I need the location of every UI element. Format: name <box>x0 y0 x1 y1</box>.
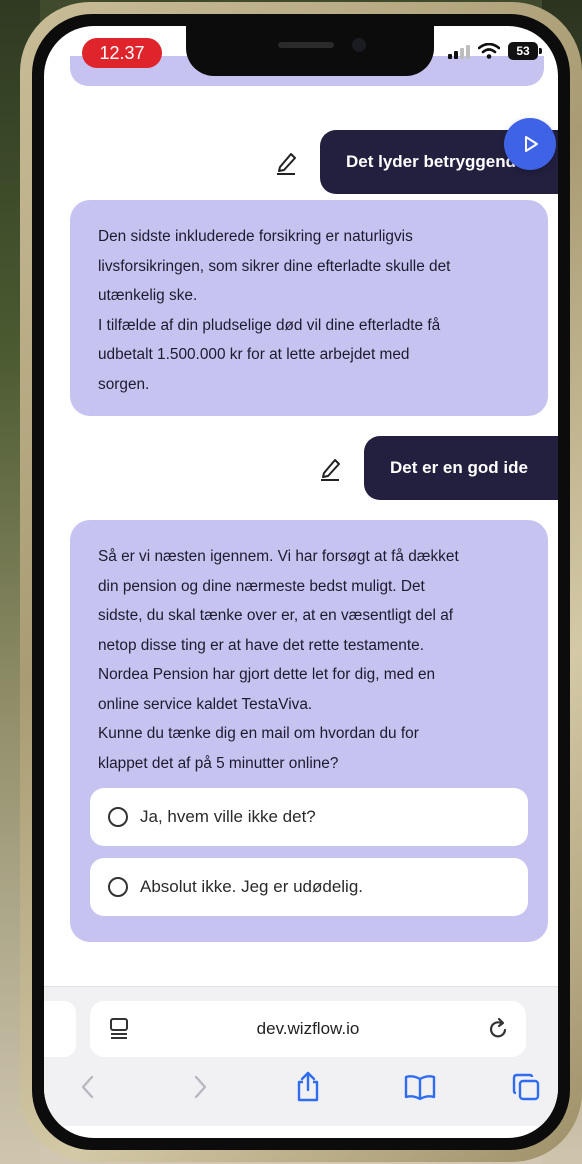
battery-icon: 53 <box>508 42 542 60</box>
status-icons: 53 <box>448 42 542 60</box>
phone-screen: 12.37 53 Det lyder betryggend Den sidste… <box>44 26 558 1138</box>
page-menu-icon[interactable] <box>108 1017 130 1046</box>
option-label: Ja, hvem ville ikke det? <box>140 807 316 827</box>
back-button[interactable] <box>70 1069 106 1105</box>
answer-option-no[interactable]: Absolut ikke. Jeg er udødelig. <box>90 858 528 916</box>
send-button[interactable] <box>504 118 556 170</box>
answer-option-yes[interactable]: Ja, hvem ville ikke det? <box>90 788 528 846</box>
bot-message-bubble: Den sidste inkluderede forsikring er nat… <box>70 200 548 416</box>
chevron-right-icon <box>194 1075 207 1099</box>
bot-message-bubble: Så er vi næsten igennem. Vi har forsøgt … <box>70 520 548 942</box>
share-icon <box>297 1071 319 1102</box>
message-line: din pension og dine nærmeste bedst mulig… <box>98 577 425 595</box>
share-button[interactable] <box>290 1069 326 1105</box>
message-line: sidste, du skal tænke over er, at en væs… <box>98 607 454 624</box>
browser-toolbar <box>44 1065 558 1115</box>
reload-icon[interactable] <box>486 1017 510 1046</box>
phone-bezel: 12.37 53 Det lyder betryggend Den sidste… <box>32 14 570 1150</box>
user-message-bubble: Det er en god ide <box>364 436 558 500</box>
user-message-row: Det er en god ide <box>318 436 558 500</box>
message-line: I tilfælde af din pludselige død vil din… <box>98 316 441 334</box>
browser-bottom-bar: dev.wizflow.io <box>44 986 558 1126</box>
phone-frame: 12.37 53 Det lyder betryggend Den sidste… <box>20 2 582 1162</box>
message-line: udbetalt 1.500.000 kr for at lette arbej… <box>98 346 410 363</box>
edit-pencil-icon[interactable] <box>274 149 300 175</box>
book-icon <box>404 1075 436 1101</box>
bookmarks-button[interactable] <box>402 1069 438 1105</box>
address-bar[interactable]: dev.wizflow.io <box>90 1001 526 1057</box>
edit-pencil-icon[interactable] <box>318 455 344 481</box>
message-line: utænkelig ske. <box>98 287 198 304</box>
url-text: dev.wizflow.io <box>256 1019 360 1038</box>
message-line: livsforsikringen, som sikrer dine efterl… <box>98 257 451 275</box>
radio-button[interactable] <box>108 877 128 897</box>
message-line: Kunne du tænke dig en mail om hvordan du… <box>98 725 419 742</box>
play-icon <box>525 136 538 152</box>
speaker-grille <box>278 42 334 48</box>
message-line: Så er vi næsten igennem. Vi har forsøgt … <box>98 548 459 565</box>
battery-level: 53 <box>516 44 530 58</box>
cellular-signal-icon <box>448 43 470 59</box>
forward-button[interactable] <box>182 1069 218 1105</box>
front-camera <box>352 38 366 52</box>
message-line: netop disse ting er at have det rette te… <box>98 636 424 654</box>
radio-button[interactable] <box>108 807 128 827</box>
message-line: Nordea Pension har gjort dette let for d… <box>98 666 436 683</box>
tabs-icon <box>512 1073 540 1101</box>
chevron-left-icon <box>81 1075 94 1099</box>
message-line: sorgen. <box>98 375 150 393</box>
status-time: 12.37 <box>82 38 162 68</box>
message-line: Den sidste inkluderede forsikring er nat… <box>98 228 413 245</box>
previous-tab[interactable] <box>44 1001 76 1057</box>
option-label: Absolut ikke. Jeg er udødelig. <box>140 877 364 897</box>
message-line: klappet det af på 5 minutter online? <box>98 754 339 772</box>
notch <box>186 26 434 76</box>
message-line: online service kaldet TestaViva. <box>98 695 313 713</box>
wifi-icon <box>478 43 500 59</box>
tabs-button[interactable] <box>508 1069 544 1105</box>
